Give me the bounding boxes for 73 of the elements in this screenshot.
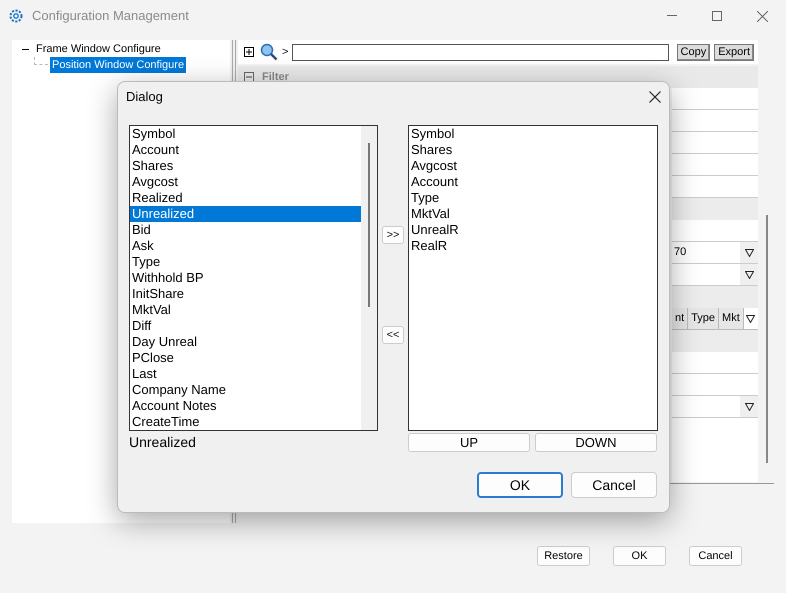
search-field[interactable] — [292, 44, 669, 60]
scrollbar-thumb[interactable] — [368, 143, 370, 307]
dropdown-arrow-icon — [744, 248, 754, 256]
list-item[interactable]: Account Notes — [130, 398, 361, 414]
list-item[interactable]: Symbol — [130, 126, 361, 142]
list-item[interactable]: Account — [409, 174, 657, 190]
dropdown-field[interactable] — [672, 396, 758, 418]
dropdown-arrow-icon — [744, 402, 754, 410]
column-header[interactable]: Mkt — [719, 308, 744, 330]
expand-icon[interactable] — [244, 47, 254, 57]
list-item[interactable]: CreateTime — [130, 414, 361, 430]
toolbar-button[interactable]: Export — [714, 44, 754, 60]
list-item[interactable]: Bid — [130, 222, 361, 238]
footer-button[interactable]: Restore — [537, 546, 590, 566]
list-item[interactable]: Type — [130, 254, 361, 270]
list-item[interactable]: MktVal — [409, 206, 657, 222]
scrollbar-thumb[interactable] — [766, 215, 768, 463]
section-title: Filter — [262, 70, 289, 85]
list-item[interactable]: MktVal — [130, 302, 361, 318]
selection-label: Unrealized — [129, 433, 197, 452]
window-title: Configuration Management — [32, 7, 189, 26]
list-item[interactable]: UnrealR — [409, 222, 657, 238]
column-header[interactable]: nt — [672, 308, 688, 330]
input-field[interactable] — [672, 176, 758, 198]
search-icon[interactable] — [260, 43, 278, 61]
minimize-icon[interactable] — [667, 15, 677, 17]
tree-item[interactable]: Position Window Configure — [50, 56, 186, 74]
list-item[interactable]: Withhold BP — [130, 270, 361, 286]
dropdown-field[interactable]: 70 — [672, 242, 758, 264]
list-item[interactable]: Company Name — [130, 382, 361, 398]
list-item[interactable]: RealR — [409, 238, 657, 254]
dropdown-field[interactable] — [672, 264, 758, 286]
toolbar-button[interactable]: Copy — [676, 44, 710, 60]
prompt-label: > — [282, 44, 288, 60]
add-button[interactable]: >> — [382, 226, 404, 244]
list-item[interactable]: Ask — [130, 238, 361, 254]
gear-icon — [8, 8, 24, 24]
dropdown-arrow-icon — [744, 270, 754, 278]
list-item[interactable]: Diff — [130, 318, 361, 334]
up-button[interactable]: UP — [408, 433, 530, 452]
close-icon[interactable] — [649, 91, 661, 103]
list-item[interactable]: Shares — [409, 142, 657, 158]
footer-button[interactable]: Cancel — [689, 546, 742, 566]
footer-button[interactable]: OK — [613, 546, 666, 566]
ok-button[interactable]: OK — [477, 472, 563, 498]
cancel-button[interactable]: Cancel — [571, 472, 657, 498]
list-item[interactable]: PClose — [130, 350, 361, 366]
list-item[interactable]: Unrealized — [130, 206, 361, 222]
list-item[interactable]: Avgcost — [409, 158, 657, 174]
column-header[interactable]: Type — [688, 308, 720, 330]
maximize-icon[interactable] — [712, 11, 722, 21]
input-field[interactable] — [672, 154, 758, 176]
remove-button[interactable]: << — [382, 326, 404, 344]
dropdown-arrow-icon[interactable] — [746, 314, 756, 322]
input-field[interactable] — [672, 220, 758, 242]
input-field[interactable] — [672, 374, 758, 396]
list-item[interactable]: Avgcost — [130, 174, 361, 190]
input-field[interactable] — [672, 132, 758, 154]
list-item[interactable]: Realized — [130, 190, 361, 206]
input-field[interactable] — [672, 418, 758, 482]
dialog-title: Dialog — [126, 88, 163, 106]
list-item[interactable]: Symbol — [409, 126, 657, 142]
list-item[interactable]: Shares — [130, 158, 361, 174]
list-item[interactable]: Type — [409, 190, 657, 206]
input-field[interactable] — [672, 352, 758, 374]
list-item[interactable]: Last — [130, 366, 361, 382]
tree-item[interactable]: Frame Window Configure — [34, 40, 163, 58]
list-item[interactable]: InitShare — [130, 286, 361, 302]
input-field[interactable] — [672, 110, 758, 132]
list-item[interactable]: Day Unreal — [130, 334, 361, 350]
down-button[interactable]: DOWN — [535, 433, 657, 452]
list-item[interactable]: Account — [130, 142, 361, 158]
input-field[interactable] — [672, 88, 758, 110]
